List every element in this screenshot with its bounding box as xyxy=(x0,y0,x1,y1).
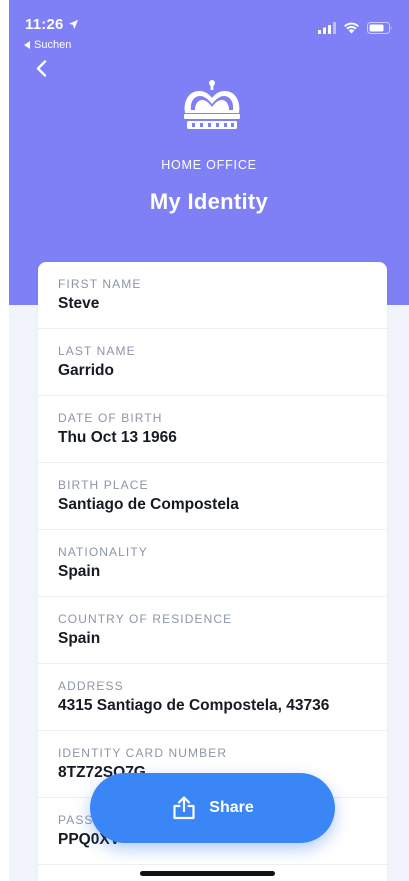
field-date-of-birth: DATE OF BIRTH Thu Oct 13 1966 xyxy=(38,396,387,463)
chevron-left-icon xyxy=(36,59,46,77)
field-label: LAST NAME xyxy=(58,344,136,358)
field-value: Santiago de Compostela xyxy=(58,496,239,513)
field-address: ADDRESS 4315 Santiago de Compostela, 437… xyxy=(38,664,387,731)
organization-name: HOME OFFICE xyxy=(161,158,257,172)
field-label: NATIONALITY xyxy=(58,545,148,559)
page-title: My Identity xyxy=(149,189,269,214)
share-upload-icon xyxy=(173,796,195,820)
field-value: Thu Oct 13 1966 xyxy=(58,429,177,446)
identity-screen: 11:26 Suchen HOME OFFICE My Identity FIR… xyxy=(0,0,409,881)
status-back-to-app[interactable]: Suchen xyxy=(24,39,71,51)
field-last-name: LAST NAME Garrido xyxy=(38,329,387,396)
field-label: COUNTRY OF RESIDENCE xyxy=(58,612,233,626)
field-label: IDENTITY CARD NUMBER xyxy=(58,746,228,760)
field-birth-place: BIRTH PLACE Santiago de Compostela xyxy=(38,463,387,530)
status-time: 11:26 xyxy=(25,16,79,33)
share-button-label: Share xyxy=(209,799,254,816)
back-button[interactable] xyxy=(31,57,51,79)
home-indicator xyxy=(140,871,275,876)
status-time-text: 11:26 xyxy=(25,16,64,33)
status-indicators xyxy=(318,22,393,34)
wifi-icon xyxy=(344,22,359,34)
cellular-signal-icon xyxy=(318,22,336,34)
field-value: Steve xyxy=(58,295,100,312)
field-value: Spain xyxy=(58,630,101,647)
field-label: FIRST NAME xyxy=(58,277,142,291)
field-label: ADDRESS xyxy=(58,679,124,693)
field-label: DATE OF BIRTH xyxy=(58,411,163,425)
back-triangle-icon xyxy=(24,41,30,49)
field-nationality: NATIONALITY Spain xyxy=(38,530,387,597)
field-value: Spain xyxy=(58,563,101,580)
location-arrow-icon xyxy=(68,19,78,30)
field-value: 4315 Santiago de Compostela, 43736 xyxy=(58,697,330,714)
crown-icon xyxy=(184,80,240,129)
field-label: BIRTH PLACE xyxy=(58,478,149,492)
share-button[interactable]: Share xyxy=(90,773,335,843)
field-country-of-residence: COUNTRY OF RESIDENCE Spain xyxy=(38,597,387,664)
field-first-name: FIRST NAME Steve xyxy=(38,262,387,329)
status-back-label: Suchen xyxy=(34,39,72,51)
battery-icon xyxy=(367,22,392,34)
field-value: Garrido xyxy=(58,362,114,379)
